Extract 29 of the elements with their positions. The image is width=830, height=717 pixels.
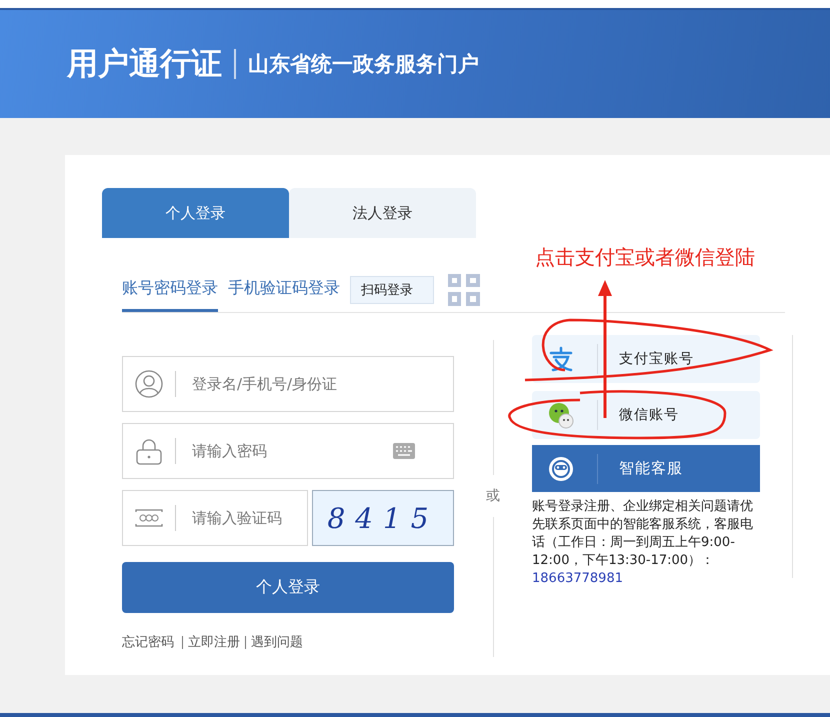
login-method-tab[interactable]: 手机验证码登录 xyxy=(228,268,340,312)
login-tab[interactable]: 法人登录 xyxy=(289,188,476,238)
user-icon xyxy=(135,370,163,398)
footer-link[interactable]: 忘记密码 xyxy=(122,636,182,649)
footer-link[interactable]: 立即注册 xyxy=(182,636,245,649)
login-method-tab[interactable]: 账号密码登录 xyxy=(122,268,218,312)
alt-login-button[interactable]: 支付宝账号 xyxy=(532,335,760,383)
alt-login-button[interactable]: 微信账号 xyxy=(532,391,760,439)
site-subtitle: 山东省统一政务服务门户 xyxy=(248,51,479,78)
qr-code-icon[interactable] xyxy=(446,272,482,308)
username-field[interactable]: 登录名/手机号/身份证 xyxy=(122,356,454,412)
keyboard-icon[interactable] xyxy=(393,443,415,459)
phone-link[interactable]: 18663778981 xyxy=(532,571,623,586)
or-label: 或 xyxy=(486,487,500,505)
wechat-icon xyxy=(547,401,575,429)
annotation-text: 点击支付宝或者微信登陆 xyxy=(535,244,755,271)
alipay-icon xyxy=(547,345,575,373)
robot-icon xyxy=(547,454,575,482)
login-button[interactable]: 个人登录 xyxy=(122,562,454,613)
help-text: 账号登录注册、企业绑定相关问题请优先联系页面中的智能客服系统，客服电话（工作日：周一到周五上午9:00-12:00，下午13:30-17:00）： 18663778981 xyxy=(532,498,754,588)
captcha-image[interactable]: 8415 xyxy=(312,490,454,546)
login-tab[interactable]: 个人登录 xyxy=(102,188,289,238)
lock-icon xyxy=(135,437,163,465)
password-field[interactable]: 请输入密码 xyxy=(122,423,454,479)
customer-service-button[interactable]: 智能客服 xyxy=(532,445,760,492)
site-title: 用户通行证 xyxy=(67,45,222,84)
captcha-field[interactable]: 请输入验证码 xyxy=(122,490,308,546)
footer-link[interactable]: 遇到问题 xyxy=(245,636,308,649)
login-method-tab[interactable]: 扫码登录 xyxy=(350,276,434,304)
